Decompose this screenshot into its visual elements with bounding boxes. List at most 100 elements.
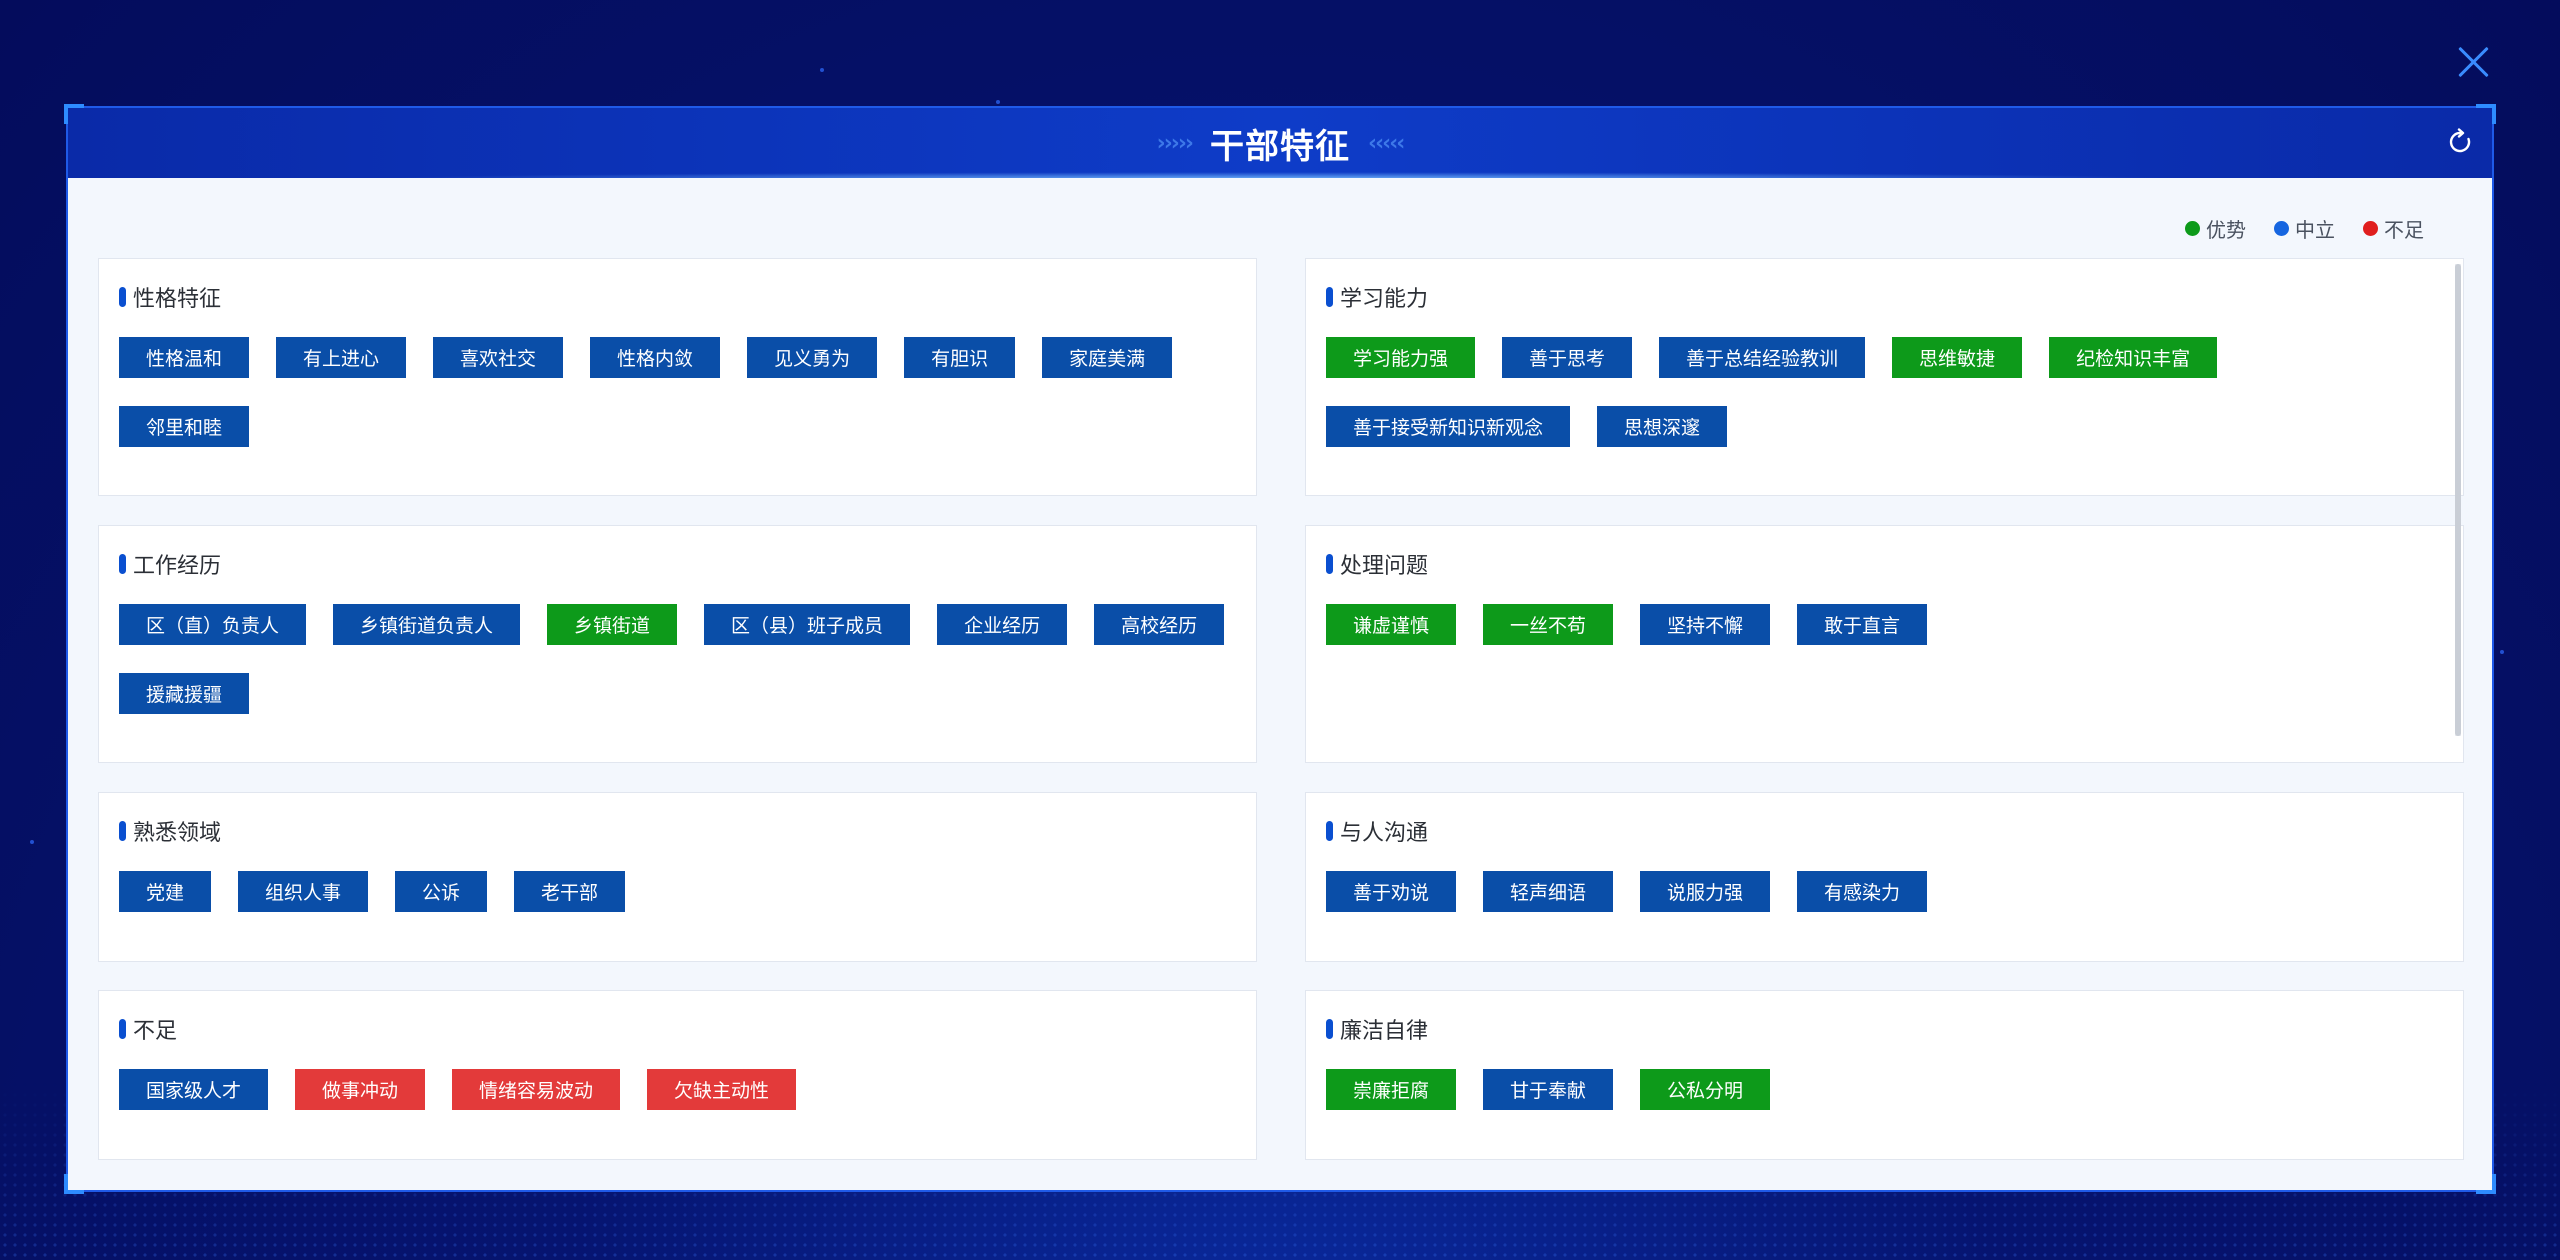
tag[interactable]: 甘于奉献 (1483, 1069, 1614, 1110)
section-card-integrity: 廉洁自律 崇廉拒腐 甘于奉献 公私分明 (1305, 990, 2464, 1160)
tag-list: 党建 组织人事 公诉 老干部 (119, 871, 1236, 912)
legend-label: 不足 (2384, 218, 2424, 242)
section-title-text: 不足 (133, 1019, 178, 1044)
tag[interactable]: 高校经历 (1094, 604, 1225, 645)
section-card-familiar-fields: 熟悉领域 党建 组织人事 公诉 老干部 (98, 792, 1257, 962)
legend-item-advantage: 优势 (2185, 214, 2246, 243)
section-title-text: 熟悉领域 (133, 821, 222, 846)
tag[interactable]: 纪检知识丰富 (2049, 337, 2218, 378)
title-bar-icon (119, 287, 126, 307)
tag-list: 性格温和 有上进心 喜欢社交 性格内敛 见义勇为 有胆识 家庭美满 邻里和睦 (119, 337, 1236, 447)
section-title-text: 廉洁自律 (1340, 1019, 1429, 1044)
tag[interactable]: 性格内敛 (590, 337, 721, 378)
tag[interactable]: 有上进心 (276, 337, 407, 378)
tag[interactable]: 性格温和 (119, 337, 250, 378)
tag[interactable]: 坚持不懈 (1640, 604, 1771, 645)
scrollbar-thumb[interactable] (2455, 264, 2461, 736)
title-bar-icon (1326, 287, 1333, 307)
modal-body: 优势 中立 不足 性格特征 性格温和 有上进心 喜欢社交 性格内敛 见义勇为 有… (68, 178, 2492, 1190)
tag[interactable]: 善于思考 (1502, 337, 1633, 378)
chevrons-right-icon: ››››› (1156, 130, 1194, 156)
section-card-personality: 性格特征 性格温和 有上进心 喜欢社交 性格内敛 见义勇为 有胆识 家庭美满 邻… (98, 258, 1257, 496)
tag[interactable]: 一丝不苟 (1483, 604, 1614, 645)
tag-list: 国家级人才 做事冲动 情绪容易波动 欠缺主动性 (119, 1069, 1236, 1110)
section-title-text: 处理问题 (1340, 554, 1429, 579)
tag[interactable]: 说服力强 (1640, 871, 1771, 912)
tag[interactable]: 有胆识 (904, 337, 1016, 378)
tag[interactable]: 家庭美满 (1042, 337, 1173, 378)
chevrons-left-icon: ‹‹‹‹‹ (1368, 130, 1405, 156)
tag[interactable]: 乡镇街道 (547, 604, 678, 645)
legend-item-neutral: 中立 (2274, 214, 2335, 243)
tag[interactable]: 区（县）班子成员 (704, 604, 911, 645)
title-bar-icon (119, 1019, 126, 1039)
close-icon[interactable] (2456, 44, 2492, 80)
tag[interactable]: 思维敏捷 (1892, 337, 2023, 378)
section-title: 不足 (119, 1013, 177, 1045)
tag[interactable]: 善于劝说 (1326, 871, 1457, 912)
title-bar-icon (119, 554, 126, 574)
tag[interactable]: 有感染力 (1797, 871, 1928, 912)
tag[interactable]: 情绪容易波动 (452, 1069, 621, 1110)
section-title-text: 与人沟通 (1340, 821, 1429, 846)
legend-dot-icon (2274, 221, 2289, 236)
tag-list: 善于劝说 轻声细语 说服力强 有感染力 (1326, 871, 2443, 912)
section-title: 学习能力 (1326, 281, 1428, 313)
scrollbar[interactable] (2455, 264, 2461, 736)
tag[interactable]: 区（直）负责人 (119, 604, 307, 645)
section-title-text: 性格特征 (133, 287, 222, 312)
tag[interactable]: 思想深邃 (1597, 406, 1728, 447)
tag[interactable]: 欠缺主动性 (647, 1069, 797, 1110)
section-card-learning: 学习能力 学习能力强 善于思考 善于总结经验教训 思维敏捷 纪检知识丰富 善于接… (1305, 258, 2464, 496)
tag-list: 学习能力强 善于思考 善于总结经验教训 思维敏捷 纪检知识丰富 善于接受新知识新… (1326, 337, 2443, 447)
modal-header: ››››› 干部特征 ‹‹‹‹‹ (68, 108, 2492, 186)
tag[interactable]: 公诉 (395, 871, 488, 912)
tag-list: 区（直）负责人 乡镇街道负责人 乡镇街道 区（县）班子成员 企业经历 高校经历 … (119, 604, 1236, 714)
legend-dot-icon (2363, 221, 2378, 236)
section-title: 处理问题 (1326, 548, 1428, 580)
tag[interactable]: 崇廉拒腐 (1326, 1069, 1457, 1110)
refresh-icon[interactable] (2446, 128, 2474, 156)
modal-title: 干部特征 (1210, 126, 1350, 167)
legend-dot-icon (2185, 221, 2200, 236)
tag-list: 崇廉拒腐 甘于奉献 公私分明 (1326, 1069, 2443, 1110)
section-title: 与人沟通 (1326, 815, 1428, 847)
tag[interactable]: 企业经历 (937, 604, 1068, 645)
tag[interactable]: 邻里和睦 (119, 406, 250, 447)
tag[interactable]: 学习能力强 (1326, 337, 1476, 378)
title-bar-icon (1326, 554, 1333, 574)
tag[interactable]: 党建 (119, 871, 212, 912)
section-title-text: 工作经历 (133, 554, 222, 579)
tag[interactable]: 组织人事 (238, 871, 369, 912)
tag-list: 谦虚谨慎 一丝不苟 坚持不懈 敢于直言 (1326, 604, 2443, 645)
tag[interactable]: 见义勇为 (747, 337, 878, 378)
tag[interactable]: 乡镇街道负责人 (333, 604, 521, 645)
section-title: 工作经历 (119, 548, 221, 580)
tag[interactable]: 善于总结经验教训 (1659, 337, 1866, 378)
section-title: 廉洁自律 (1326, 1013, 1428, 1045)
legend-item-shortcoming: 不足 (2363, 214, 2424, 243)
tag[interactable]: 国家级人才 (119, 1069, 269, 1110)
tag[interactable]: 公私分明 (1640, 1069, 1771, 1110)
tag[interactable]: 轻声细语 (1483, 871, 1614, 912)
title-bar-icon (1326, 1019, 1333, 1039)
background-star (820, 68, 824, 72)
cadre-features-modal: ››››› 干部特征 ‹‹‹‹‹ 优势 中立 不足 性格特征 性格温和 有上进心… (64, 104, 2496, 1194)
legend-label: 中立 (2295, 218, 2335, 242)
tag[interactable]: 喜欢社交 (433, 337, 564, 378)
title-bar-icon (1326, 821, 1333, 841)
title-wrap: ››››› 干部特征 ‹‹‹‹‹ (1156, 119, 1406, 168)
tag[interactable]: 援藏援疆 (119, 673, 250, 714)
legend: 优势 中立 不足 (2185, 214, 2424, 243)
title-bar-icon (119, 821, 126, 841)
tag[interactable]: 谦虚谨慎 (1326, 604, 1457, 645)
tag[interactable]: 善于接受新知识新观念 (1326, 406, 1571, 447)
tag[interactable]: 老干部 (514, 871, 626, 912)
tag[interactable]: 做事冲动 (295, 1069, 426, 1110)
legend-label: 优势 (2206, 218, 2246, 242)
section-card-work-experience: 工作经历 区（直）负责人 乡镇街道负责人 乡镇街道 区（县）班子成员 企业经历 … (98, 525, 1257, 763)
section-card-problem-handling: 处理问题 谦虚谨慎 一丝不苟 坚持不懈 敢于直言 (1305, 525, 2464, 763)
background-star (2500, 650, 2504, 654)
tag[interactable]: 敢于直言 (1797, 604, 1928, 645)
section-card-shortcomings: 不足 国家级人才 做事冲动 情绪容易波动 欠缺主动性 (98, 990, 1257, 1160)
